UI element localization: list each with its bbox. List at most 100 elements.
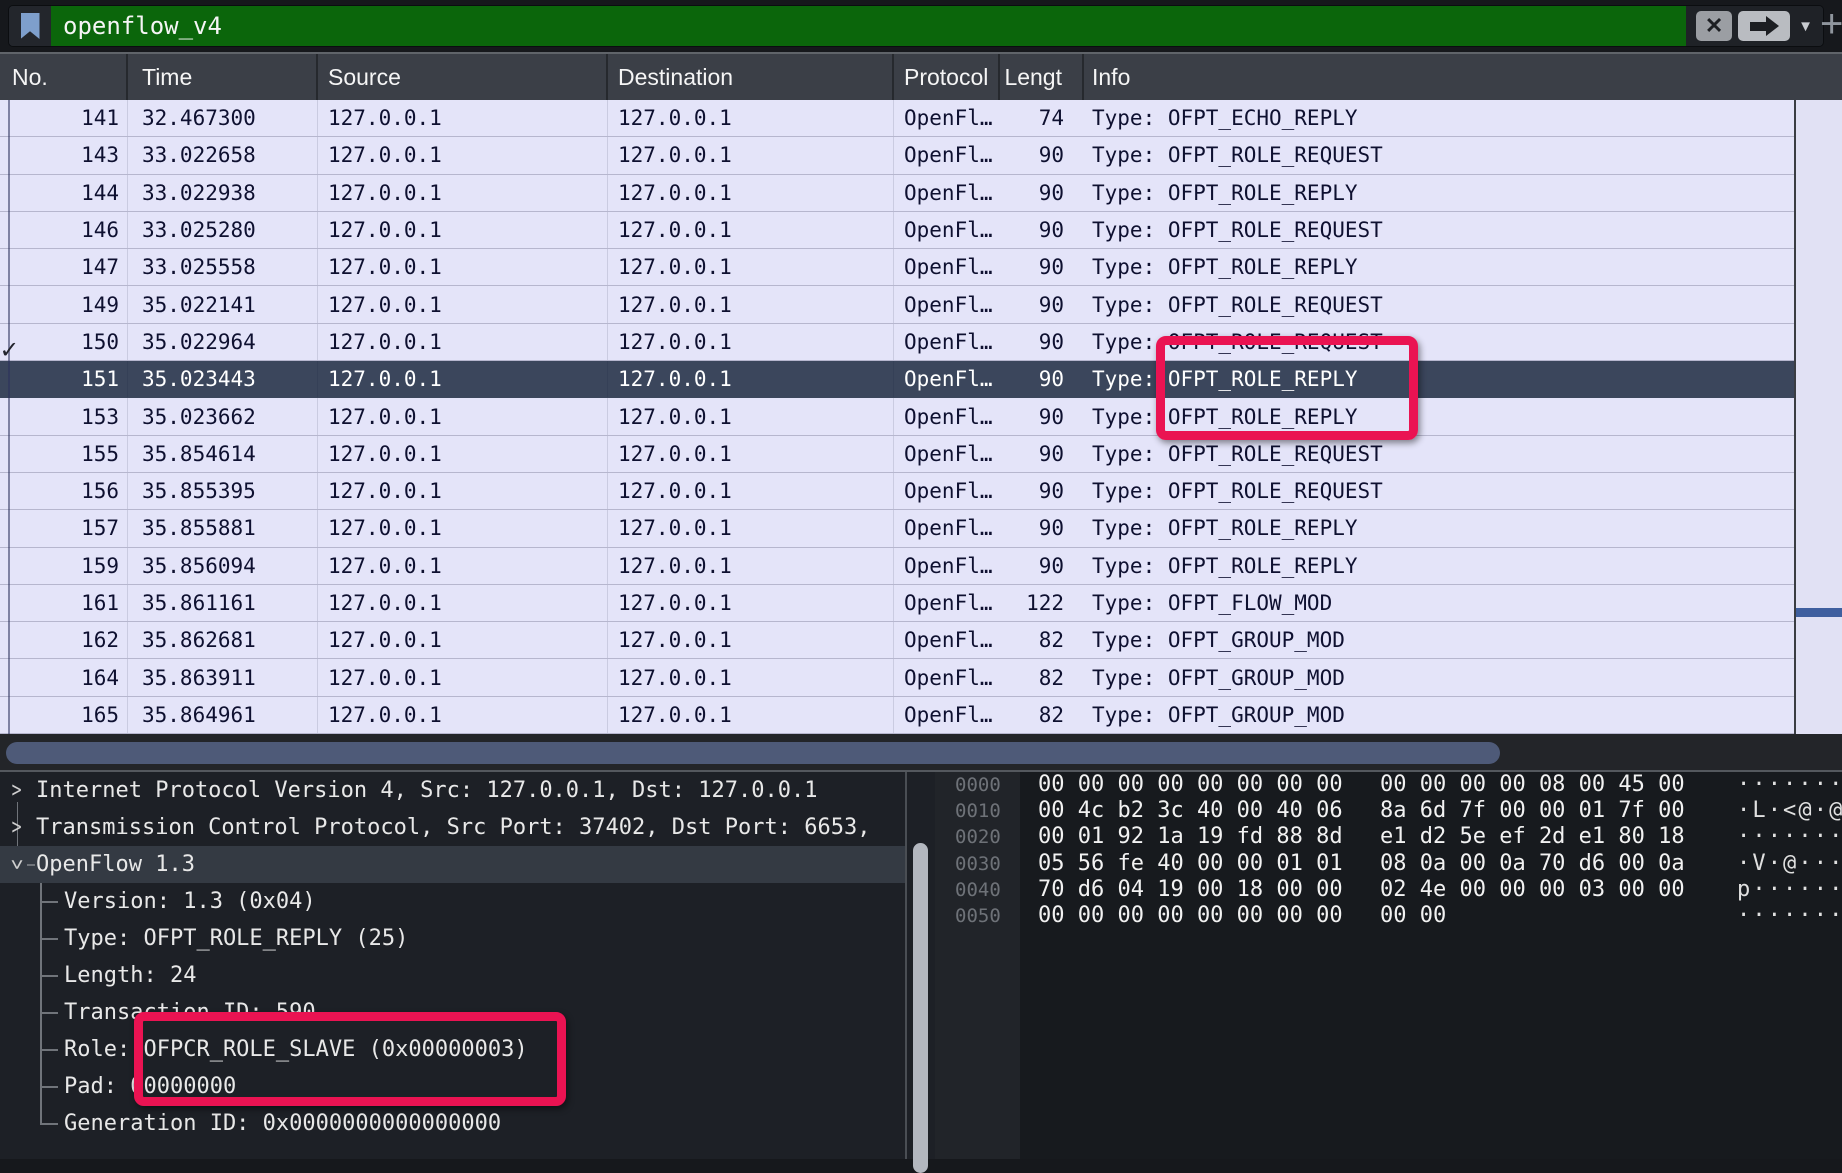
display-filter-input[interactable]: openflow_v4 <box>51 6 1686 46</box>
packet-row-164[interactable]: 16435.863911127.0.0.1127.0.0.1OpenFl…82T… <box>0 659 1794 696</box>
column-header-source[interactable]: Source <box>318 54 608 100</box>
packet-row-165[interactable]: 16535.864961127.0.0.1127.0.0.1OpenFl…82T… <box>0 697 1794 734</box>
horizontal-scrollbar-thumb[interactable] <box>6 742 1500 764</box>
packet-row-144[interactable]: 14433.022938127.0.0.1127.0.0.1OpenFl…90T… <box>0 175 1794 212</box>
cell-info: Type: OFPT_ROLE_REQUEST <box>1084 286 1794 322</box>
cell-time: 35.861161 <box>128 585 318 621</box>
detail-line-generation-id[interactable]: Generation ID: 0x0000000000000000 <box>0 1105 905 1142</box>
column-header-time[interactable]: Time <box>128 54 318 100</box>
detail-line-version[interactable]: Version: 1.3 (0x04) <box>0 883 905 920</box>
packet-row-156[interactable]: 15635.855395127.0.0.1127.0.0.1OpenFl…90T… <box>0 473 1794 510</box>
detail-text: Length: 24 <box>64 957 196 994</box>
cell-time: 35.023443 <box>128 361 318 397</box>
pane-divider[interactable] <box>905 772 907 1159</box>
detail-line-openflow-1-3[interactable]: >OpenFlow 1.3 <box>0 846 905 883</box>
detail-line-type[interactable]: Type: OFPT_ROLE_REPLY (25) <box>0 920 905 957</box>
detail-line-role[interactable]: Role: OFPCR_ROLE_SLAVE (0x00000003) <box>0 1031 905 1068</box>
cell-no: 150 <box>0 324 128 360</box>
cell-protocol: OpenFl… <box>894 473 1000 509</box>
detail-text: Internet Protocol Version 4, Src: 127.0.… <box>36 772 817 809</box>
apply-filter-button[interactable] <box>1738 11 1790 41</box>
detail-text: Type: OFPT_ROLE_REPLY (25) <box>64 920 408 957</box>
cell-info: Type: OFPT_ROLE_REPLY <box>1084 398 1794 434</box>
packet-row-147[interactable]: 14733.025558127.0.0.1127.0.0.1OpenFl…90T… <box>0 249 1794 286</box>
cell-no: 165 <box>0 697 128 733</box>
packet-list-horizontal-scrollbar[interactable] <box>0 734 1842 772</box>
chevron-collapsed-icon[interactable]: > <box>12 772 22 809</box>
hex-row-0030[interactable]: 003005 56 fe 40 00 00 01 0108 0a 00 0a 7… <box>935 851 1842 877</box>
column-header-lengt[interactable]: Lengt <box>1000 54 1084 100</box>
packet-row-149[interactable]: 14935.022141127.0.0.1127.0.0.1OpenFl…90T… <box>0 286 1794 323</box>
column-header-no[interactable]: No. <box>0 54 128 100</box>
packet-row-153[interactable]: 15335.023662127.0.0.1127.0.0.1OpenFl…90T… <box>0 398 1794 435</box>
packet-list-vertical-scrollbar[interactable] <box>1794 100 1842 734</box>
hex-row-0010[interactable]: 001000 4c b2 3c 40 00 40 068a 6d 7f 00 0… <box>935 798 1842 824</box>
hex-offset: 0020 <box>955 824 1001 850</box>
cell-source: 127.0.0.1 <box>318 622 608 658</box>
cell-source: 127.0.0.1 <box>318 697 608 733</box>
cell-protocol: OpenFl… <box>894 659 1000 695</box>
cell-source: 127.0.0.1 <box>318 585 608 621</box>
cell-protocol: OpenFl… <box>894 585 1000 621</box>
cell-length: 90 <box>1000 137 1084 173</box>
column-header-protocol[interactable]: Protocol <box>894 54 1000 100</box>
packet-detail-pane: > Internet Protocol Version 4, Src: 127.0… <box>0 772 905 1159</box>
filter-bookmark-button[interactable] <box>9 6 51 46</box>
packet-row-151[interactable]: 15135.023443127.0.0.1127.0.0.1OpenFl…90T… <box>0 361 1794 398</box>
cell-destination: 127.0.0.1 <box>608 100 894 136</box>
packet-row-150[interactable]: 15035.022964127.0.0.1127.0.0.1OpenFl…90T… <box>0 324 1794 361</box>
display-filter-bar: openflow_v4 ✕ ▼ <box>8 5 1824 47</box>
hex-row-0000[interactable]: 000000 00 00 00 00 00 00 0000 00 00 00 0… <box>935 772 1842 798</box>
detail-line-pad[interactable]: Pad: 00000000 <box>0 1068 905 1105</box>
packet-row-146[interactable]: 14633.025280127.0.0.1127.0.0.1OpenFl…90T… <box>0 212 1794 249</box>
packet-row-141[interactable]: 14132.467300127.0.0.1127.0.0.1OpenFl…74T… <box>0 100 1794 137</box>
detail-line-transaction-id[interactable]: Transaction ID: 590 <box>0 994 905 1031</box>
scrollbar-packet-marker <box>1796 608 1842 617</box>
hex-offset: 0030 <box>955 851 1001 877</box>
packet-row-155[interactable]: 15535.854614127.0.0.1127.0.0.1OpenFl…90T… <box>0 436 1794 473</box>
detail-line-length[interactable]: Length: 24 <box>0 957 905 994</box>
cell-protocol: OpenFl… <box>894 361 1000 397</box>
detail-text: Generation ID: 0x0000000000000000 <box>64 1105 501 1142</box>
cell-source: 127.0.0.1 <box>318 548 608 584</box>
hex-row-0020[interactable]: 002000 01 92 1a 19 fd 88 8de1 d2 5e ef 2… <box>935 824 1842 850</box>
packet-row-162[interactable]: 16235.862681127.0.0.1127.0.0.1OpenFl…82T… <box>0 622 1794 659</box>
cell-destination: 127.0.0.1 <box>608 175 894 211</box>
filter-dropdown-button[interactable]: ▼ <box>1796 18 1815 35</box>
cell-source: 127.0.0.1 <box>318 510 608 546</box>
packet-row-161[interactable]: 16135.861161127.0.0.1127.0.0.1OpenFl…122… <box>0 585 1794 622</box>
add-filter-button[interactable]: + <box>1820 4 1842 46</box>
column-header-destination[interactable]: Destination <box>608 54 894 100</box>
hex-row-0040[interactable]: 004070 d6 04 19 00 18 00 0002 4e 00 00 0… <box>935 877 1842 903</box>
cell-source: 127.0.0.1 <box>318 473 608 509</box>
detail-pane-scrollbar-thumb[interactable] <box>913 843 928 1173</box>
tree-tick <box>40 975 58 977</box>
clear-filter-button[interactable]: ✕ <box>1696 11 1732 41</box>
packet-row-159[interactable]: 15935.856094127.0.0.1127.0.0.1OpenFl…90T… <box>0 548 1794 585</box>
hex-row-0050[interactable]: 005000 00 00 00 00 00 00 0000 00········ <box>935 903 1842 929</box>
cell-no: 149 <box>0 286 128 322</box>
hex-hex2: 08 0a 00 0a 70 d6 00 0a <box>1380 851 1685 877</box>
cell-destination: 127.0.0.1 <box>608 361 894 397</box>
detail-line-transmission-control-protocol-src-port[interactable]: >Transmission Control Protocol, Src Port… <box>0 809 905 846</box>
cell-length: 90 <box>1000 249 1084 285</box>
packet-row-143[interactable]: 14333.022658127.0.0.1127.0.0.1OpenFl…90T… <box>0 137 1794 174</box>
cell-info: Type: OFPT_ROLE_REPLY <box>1084 361 1794 397</box>
cell-no: 153 <box>0 398 128 434</box>
hex-hex1: 00 4c b2 3c 40 00 40 06 <box>1038 798 1343 824</box>
column-header-info[interactable]: Info <box>1084 54 1794 100</box>
detail-line-internet-protocol-version-4-src[interactable]: > Internet Protocol Version 4, Src: 127.0… <box>0 772 905 809</box>
related-packet-check-icon: ✓ <box>1 334 17 365</box>
packet-list: 14132.467300127.0.0.1127.0.0.1OpenFl…74T… <box>0 100 1794 734</box>
packet-row-157[interactable]: 15735.855881127.0.0.1127.0.0.1OpenFl…90T… <box>0 510 1794 547</box>
hex-offset: 0000 <box>955 772 1001 798</box>
cell-time: 35.856094 <box>128 548 318 584</box>
hex-ascii: p······· <box>1737 877 1842 903</box>
cell-no: 146 <box>0 212 128 248</box>
cell-time: 35.854614 <box>128 436 318 472</box>
hex-hex1: 70 d6 04 19 00 18 00 00 <box>1038 877 1343 903</box>
chevron-collapsed-icon[interactable]: > <box>12 809 22 846</box>
cell-protocol: OpenFl… <box>894 697 1000 733</box>
cell-destination: 127.0.0.1 <box>608 548 894 584</box>
cell-protocol: OpenFl… <box>894 137 1000 173</box>
